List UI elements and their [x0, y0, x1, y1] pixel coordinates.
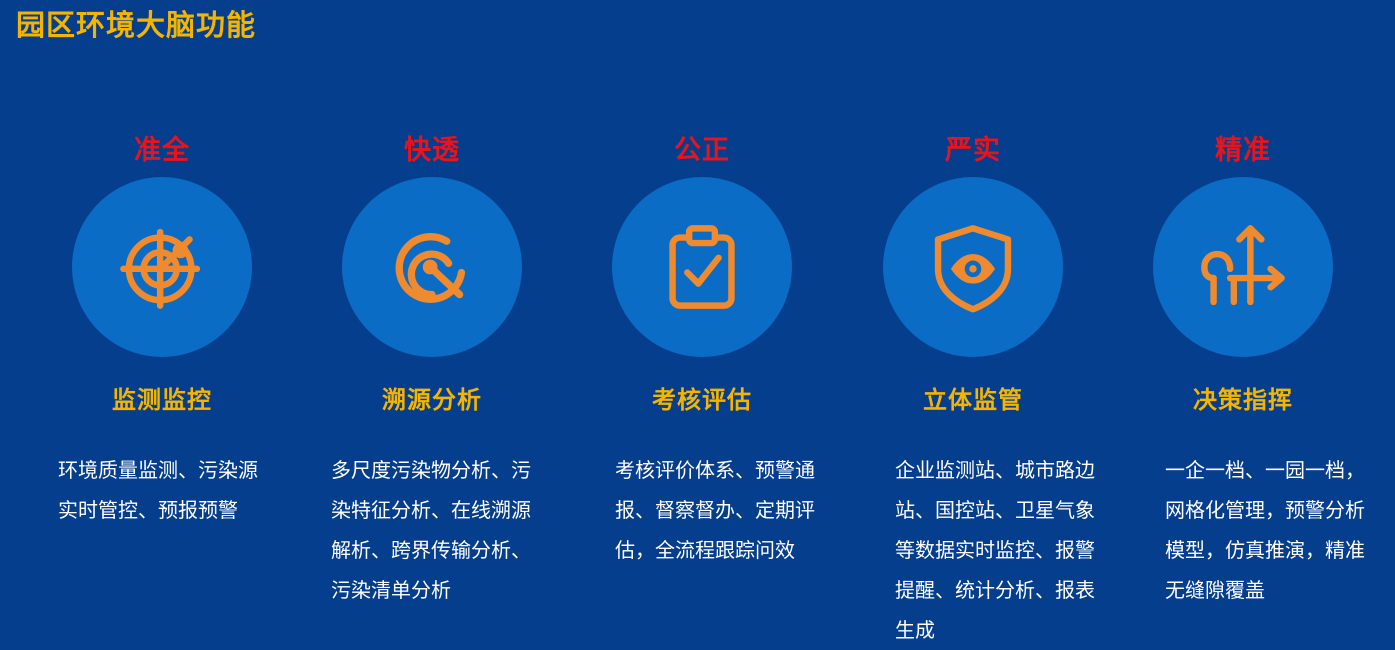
feature-card-trace: 快透 溯源分析 多尺度污染物分析、污染特征分析、在线溯源解析、跨界传输分析、污染… [317, 0, 547, 645]
feature-tag: 快透 [404, 135, 460, 166]
icon-circle [612, 177, 792, 357]
feature-description: 环境质量监测、污染源实时管控、预报预警 [58, 458, 258, 522]
feature-name: 溯源分析 [382, 386, 482, 414]
decision-arrows-icon [1201, 225, 1285, 306]
feature-card-decision: 精准 决策指挥 一企一档、一园一档，网格化管理，预警分析模型，仿真推演，精准无缝… [1128, 0, 1365, 645]
clipboard-check-icon [669, 225, 735, 309]
feature-name: 监测监控 [112, 386, 212, 414]
feature-tag: 准全 [134, 135, 190, 166]
shield-eye-icon [934, 225, 1012, 313]
feature-tag: 公正 [674, 135, 730, 166]
feature-description: 多尺度污染物分析、污染特征分析、在线溯源解析、跨界传输分析、污染清单分析 [331, 458, 531, 602]
icon-circle [883, 177, 1063, 357]
feature-tag: 精准 [1215, 135, 1271, 166]
feature-card-assessment: 公正 考核评估 考核评价体系、预警通报、督察督办、定期评估，全流程跟踪问效 [587, 0, 817, 645]
feature-name: 决策指挥 [1193, 386, 1293, 414]
radar-icon [120, 228, 201, 309]
feature-tag: 严实 [945, 135, 1001, 166]
icon-circle [1153, 177, 1333, 357]
icon-circle [72, 177, 252, 357]
feature-name: 考核评估 [652, 386, 752, 414]
icon-circle [342, 177, 522, 357]
trace-source-icon [395, 233, 466, 303]
feature-card-supervision: 严实 立体监管 企业监测站、城市路边站、国控站、卫星气象等数据实时监控、报警提醒… [858, 0, 1095, 645]
feature-name: 立体监管 [923, 386, 1023, 414]
feature-description: 企业监测站、城市路边站、国控站、卫星气象等数据实时监控、报警提醒、统计分析、报表… [895, 458, 1095, 642]
feature-card-monitoring: 准全 监测监控 环境质量监测、污染源实时管控、预报预警 [47, 0, 277, 645]
feature-description: 考核评价体系、预警通报、督察督办、定期评估，全流程跟踪问效 [615, 458, 815, 562]
feature-description: 一企一档、一园一档，网格化管理，预警分析模型，仿真推演，精准无缝隙覆盖 [1165, 458, 1365, 602]
